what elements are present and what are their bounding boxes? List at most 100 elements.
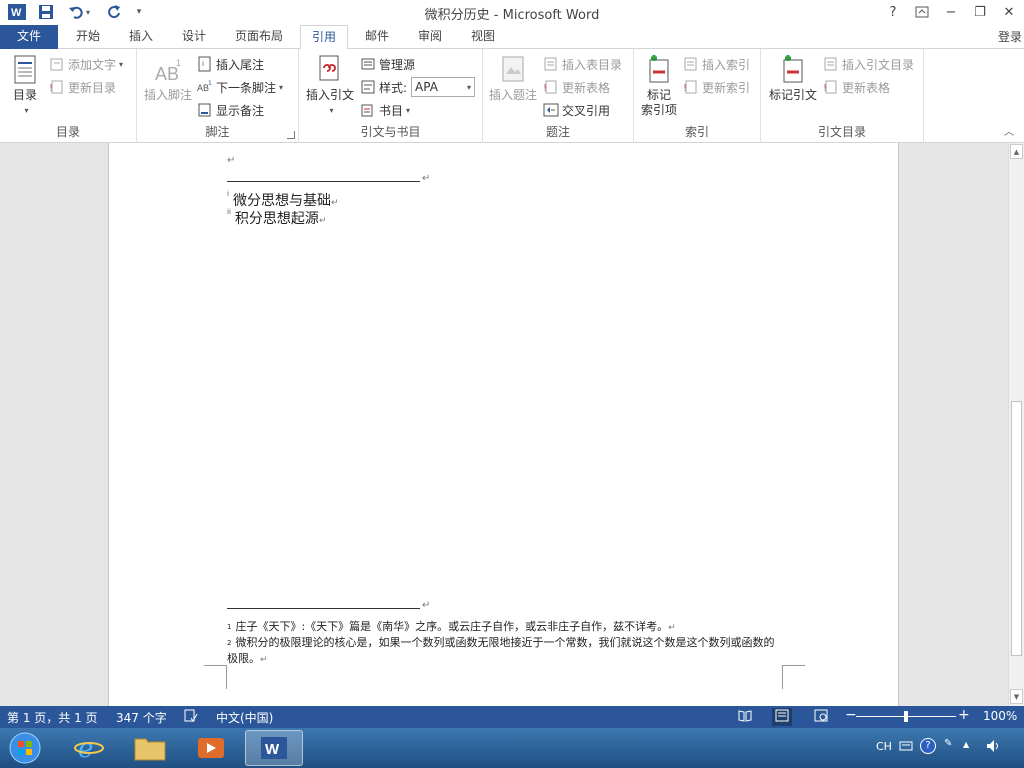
word-taskbar-icon[interactable]: W	[245, 730, 303, 766]
collapse-ribbon-icon[interactable]: ︿	[1004, 123, 1014, 138]
show-hidden-icons-icon[interactable]: ▲	[963, 740, 969, 749]
minimize-button[interactable]: −	[937, 1, 965, 23]
cross-reference-button[interactable]: 交叉引用	[543, 100, 610, 120]
toc-label: 目录	[12, 88, 37, 102]
paragraph-mark: ↵	[422, 600, 431, 611]
insert-caption-button[interactable]: 插入题注	[487, 54, 539, 103]
zoom-in-icon[interactable]: +	[958, 707, 970, 723]
update-table-icon: !	[823, 79, 839, 95]
paragraph-mark: ↵	[227, 155, 236, 166]
taskbar: e W CH ? ✎ ▲	[0, 728, 1024, 768]
internet-explorer-icon[interactable]: e	[60, 730, 118, 766]
restore-button[interactable]: ❐	[966, 1, 994, 23]
mark-entry-button[interactable]: 标记 索引项	[638, 54, 680, 118]
document-area: ↵ ↵ i 微分思想与基础 ↵ ii 积分思想起源 ↵ ↵ 1 庄子《天下》:《天…	[0, 143, 1008, 706]
vertical-scrollbar[interactable]: ▲ ▼	[1008, 143, 1024, 706]
scroll-up-arrow-icon[interactable]: ▲	[1010, 144, 1023, 159]
group-footnotes: AB 1 插入脚注 i 插入尾注 AB 1 下一条脚注 ▾ 显示备注 脚注	[137, 49, 299, 143]
insert-caption-icon	[498, 54, 528, 86]
language-indicator[interactable]: 中文(中国)	[216, 709, 273, 726]
tab-view[interactable]: 视图	[462, 25, 504, 49]
close-button[interactable]: ✕	[995, 1, 1023, 23]
paragraph-mark: ↵	[260, 655, 268, 665]
read-mode-icon[interactable]	[738, 709, 752, 725]
scroll-down-arrow-icon[interactable]: ▼	[1010, 689, 1023, 704]
mark-citation-label: 标记引文	[768, 88, 817, 102]
paragraph-mark: ↵	[668, 623, 676, 633]
citation-style-row: 样式: APA ▾	[360, 77, 476, 97]
tab-insert[interactable]: 插入	[120, 25, 162, 49]
title-bar: W ▾ ▾ 微积分历史 - Microsoft Word ? − ❐ ✕	[0, 0, 1024, 25]
sign-in-link[interactable]: 登录	[998, 28, 1022, 45]
word-count[interactable]: 347 个字	[116, 709, 167, 726]
insert-caption-label: 插入题注	[488, 88, 537, 102]
update-index-button[interactable]: ! 更新索引	[683, 77, 750, 97]
help-tray-icon[interactable]: ?	[920, 738, 936, 754]
update-toa-label: 更新表格	[842, 80, 891, 95]
ribbon-display-options-icon[interactable]	[908, 1, 936, 23]
next-footnote-button[interactable]: AB 1 下一条脚注 ▾	[197, 77, 283, 97]
insert-citation-button[interactable]: 插入引文 ▾	[304, 54, 356, 118]
toc-button[interactable]: 目录 ▾	[6, 54, 44, 118]
show-notes-button[interactable]: 显示备注	[197, 100, 264, 120]
proofing-icon[interactable]	[184, 709, 198, 726]
tab-file[interactable]: 文件	[0, 25, 58, 49]
web-layout-icon[interactable]	[814, 709, 828, 725]
footnote-separator	[227, 608, 420, 609]
scrollbar-thumb[interactable]	[1011, 401, 1022, 656]
tab-page-layout[interactable]: 页面布局	[226, 25, 292, 49]
tab-design[interactable]: 设计	[172, 25, 216, 49]
add-text-button[interactable]: 添加文字 ▾	[49, 54, 123, 74]
bibliography-icon	[360, 102, 376, 118]
group-toa: 标记引文 插入引文目录 ! 更新表格 引文目录	[761, 49, 924, 143]
dialog-launcher-icon[interactable]	[287, 131, 295, 139]
insert-table-of-figures-button[interactable]: 插入表目录	[543, 54, 622, 74]
input-language-indicator[interactable]: CH	[876, 740, 892, 753]
pen-icon[interactable]: ✎	[944, 738, 952, 749]
zoom-slider-track[interactable]	[856, 711, 956, 722]
svg-text:i: i	[202, 60, 204, 68]
update-toc-label: 更新目录	[68, 80, 117, 95]
tab-references[interactable]: 引用	[300, 25, 348, 50]
group-index-label: 索引	[684, 125, 709, 139]
insert-toa-button[interactable]: 插入引文目录	[823, 54, 914, 74]
endnote-separator	[227, 181, 420, 182]
page-count[interactable]: 第 1 页，共 1 页	[7, 709, 98, 726]
help-button[interactable]: ?	[879, 1, 907, 23]
print-layout-icon[interactable]	[772, 708, 792, 726]
update-toa-button[interactable]: ! 更新表格	[823, 77, 890, 97]
footnote-item[interactable]: 1 庄子《天下》:《天下》篇是《南华》之序。或云庄子自作，或云非庄子自作，兹不详考…	[227, 619, 787, 636]
endnote-item[interactable]: i 微分思想与基础 ↵	[227, 190, 339, 210]
update-toc-button[interactable]: ! 更新目录	[49, 77, 116, 97]
endnote-icon: i	[197, 56, 213, 72]
zoom-level[interactable]: 100%	[983, 709, 1017, 723]
insert-footnote-button[interactable]: AB 1 插入脚注	[142, 54, 194, 103]
endnote-item[interactable]: ii 积分思想起源 ↵	[227, 208, 326, 228]
manage-sources-button[interactable]: 管理源	[360, 54, 415, 74]
table-of-figures-icon	[543, 56, 559, 72]
footnote-item[interactable]: 2 微积分的极限理论的核心是，如果一个数列或函数无限地接近于一个常数，我们就说这个…	[227, 635, 783, 668]
update-table-button[interactable]: ! 更新表格	[543, 77, 610, 97]
mark-entry-icon	[644, 54, 674, 86]
volume-icon[interactable]	[986, 739, 1000, 756]
zoom-out-icon[interactable]: −	[845, 707, 857, 723]
zoom-slider-thumb[interactable]	[904, 711, 908, 722]
tab-review[interactable]: 审阅	[408, 25, 452, 49]
bibliography-button[interactable]: 书目 ▾	[360, 100, 410, 120]
document-page[interactable]: ↵ ↵ i 微分思想与基础 ↵ ii 积分思想起源 ↵ ↵ 1 庄子《天下》:《天…	[108, 143, 899, 706]
mark-entry-label-2: 索引项	[640, 103, 677, 117]
style-dropdown[interactable]: APA ▾	[411, 77, 476, 97]
keyboard-icon[interactable]	[899, 740, 913, 755]
start-button[interactable]	[2, 730, 48, 766]
insert-endnote-button[interactable]: i 插入尾注	[197, 54, 264, 74]
file-explorer-icon[interactable]	[121, 730, 179, 766]
media-player-icon[interactable]	[182, 730, 240, 766]
insert-index-button[interactable]: 插入索引	[683, 54, 750, 74]
margin-corner-mark	[782, 665, 805, 689]
tab-mailings[interactable]: 邮件	[356, 25, 398, 49]
tab-home[interactable]: 开始	[66, 25, 110, 49]
insert-footnote-label: 插入脚注	[143, 88, 192, 102]
ribbon-tabs: 文件 开始 插入 设计 页面布局 引用 邮件 审阅 视图 登录	[0, 25, 1024, 50]
mark-citation-button[interactable]: 标记引文	[765, 54, 821, 103]
mark-entry-label-1: 标记	[646, 88, 671, 102]
